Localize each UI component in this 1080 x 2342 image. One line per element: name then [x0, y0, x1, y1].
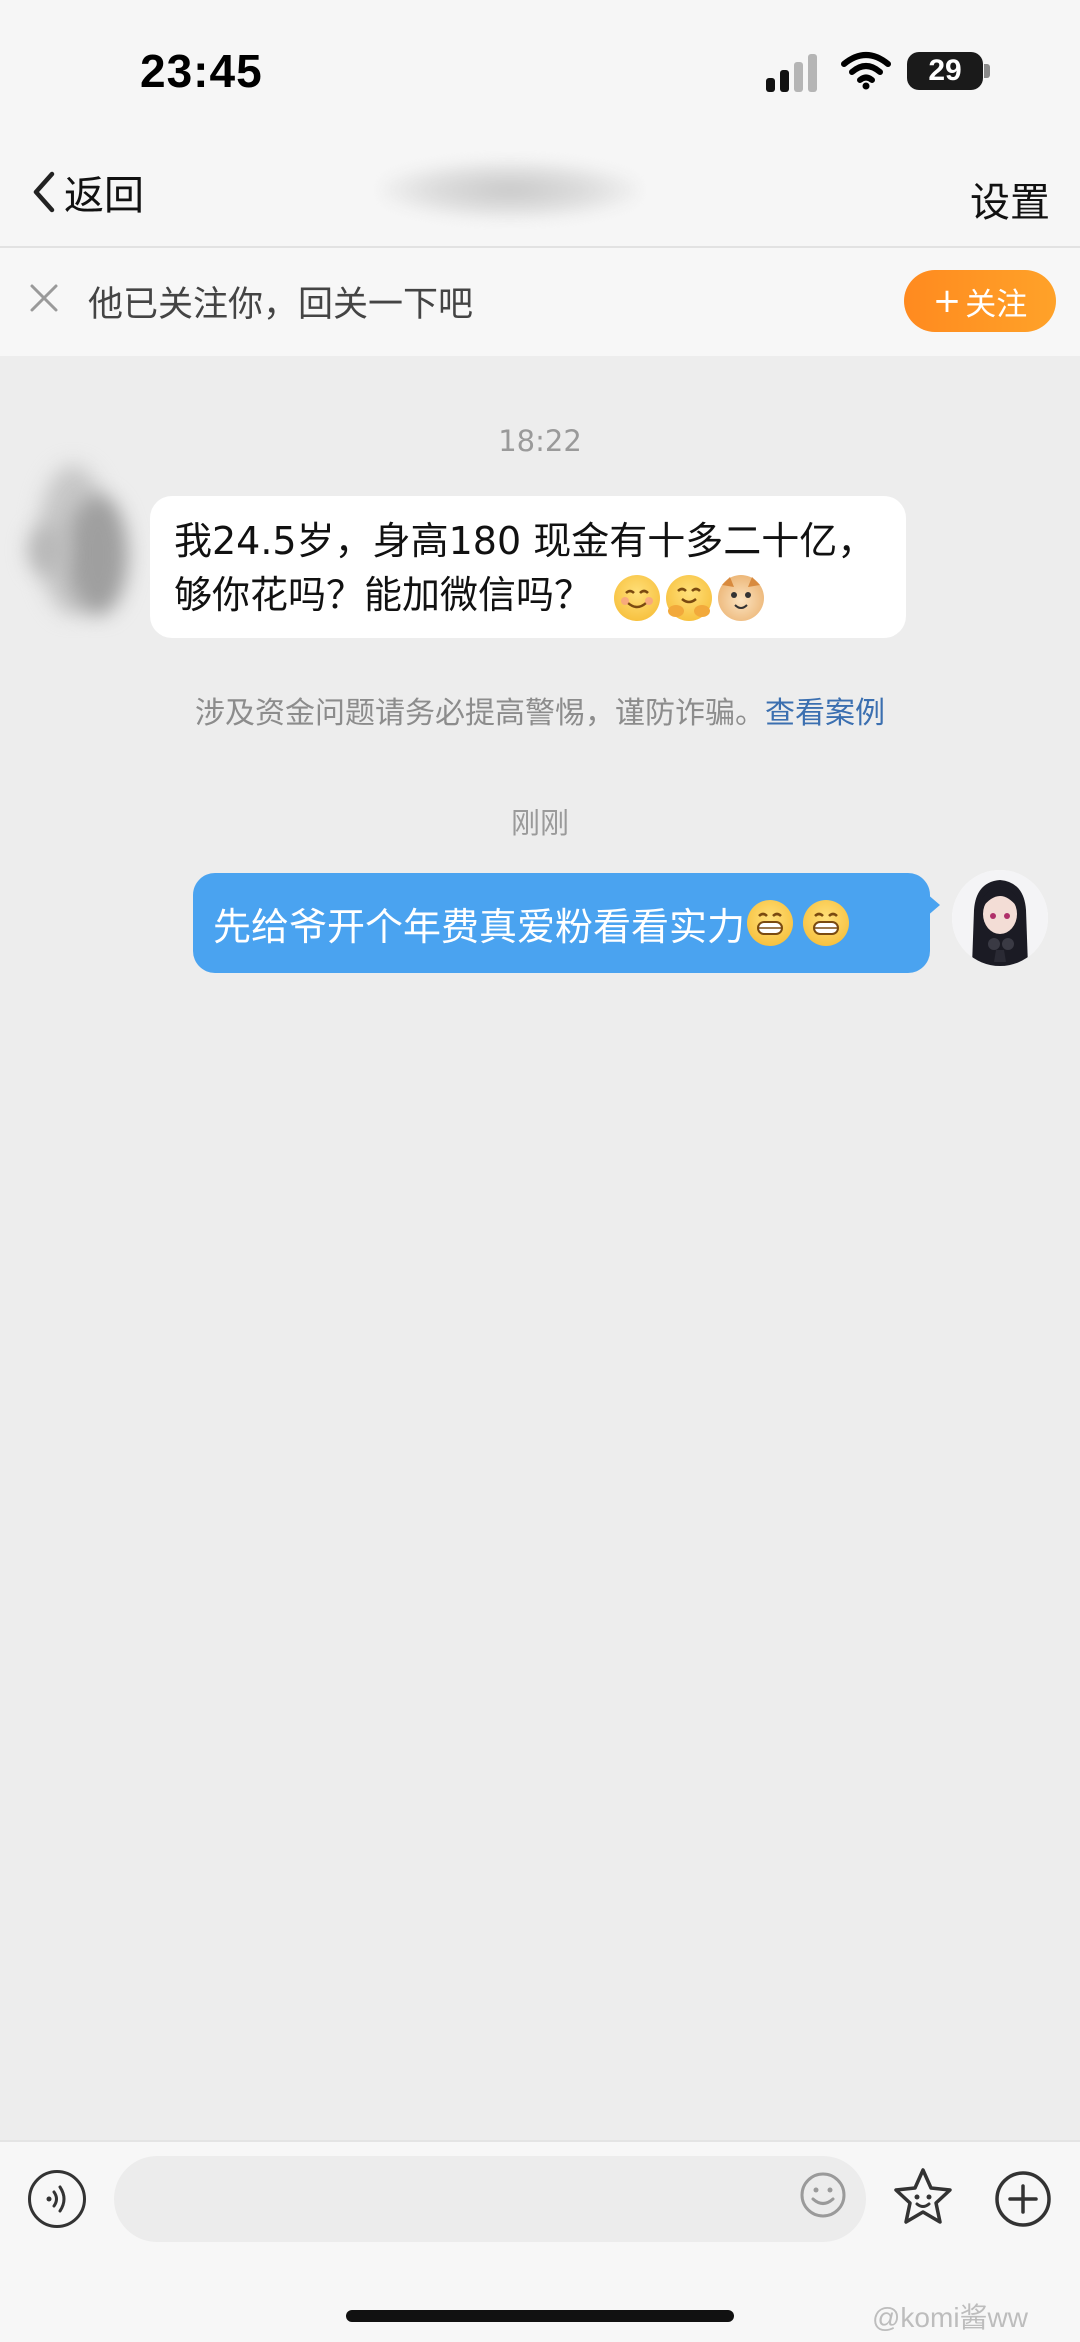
outgoing-message-text: 先给爷开个年费真爱粉看看实力 [213, 904, 746, 949]
status-bar: 23:45 29 [0, 0, 1080, 140]
plus-icon: + [932, 281, 962, 321]
incoming-message-bubble[interactable]: 我24.5岁，身高180 现金有十多二十亿，够你花吗？能加微信吗？ [150, 496, 906, 638]
anime-girl-avatar-image [952, 870, 1048, 966]
back-button[interactable]: 返回 [28, 162, 144, 222]
status-time: 23:45 [140, 45, 263, 97]
incoming-message-text: 我24.5岁，身高180 现金有十多二十亿，够你花吗？能加微信吗？ [174, 519, 876, 617]
cat-face-emoji [718, 574, 765, 621]
chevron-left-icon [33, 171, 55, 213]
watermark: @komi酱ww [872, 2302, 1028, 2333]
wifi-icon [841, 52, 891, 90]
nav-bar: 返回 设置 [0, 140, 1080, 248]
outgoing-bubble-tail [926, 893, 940, 917]
battery-cap-icon [984, 64, 990, 78]
smiling-face-emoji [614, 574, 661, 621]
emoji-icon[interactable] [798, 2170, 848, 2220]
fraud-warning-text: 涉及资金问题请务必提高警惕，谨防诈骗。 [195, 696, 765, 731]
voice-input-button[interactable] [28, 2170, 86, 2228]
contact-avatar[interactable] [28, 425, 148, 665]
settings-button[interactable]: 设置 [970, 170, 1050, 228]
close-icon[interactable] [26, 280, 62, 316]
follow-prompt-text: 他已关注你，回关一下吧 [88, 285, 474, 325]
outgoing-message-bubble[interactable]: 先给爷开个年费真爱粉看看实力 [193, 873, 930, 973]
message-timestamp-recent: 刚刚 [510, 806, 569, 840]
sound-wave-icon [46, 2185, 66, 2213]
hugging-face-emoji [666, 574, 713, 621]
incoming-emoji-group [614, 574, 765, 621]
follow-button-label: 关注 [965, 286, 1028, 323]
follow-banner: 他已关注你，回关一下吧 + 关注 [0, 248, 1080, 356]
message-timestamp: 18:22 [498, 424, 582, 458]
home-indicator[interactable] [346, 2310, 734, 2322]
grinning-face-emoji [747, 900, 794, 946]
blurred-contact-name [380, 160, 640, 220]
battery-level: 29 [907, 52, 983, 90]
message-input[interactable] [114, 2156, 866, 2242]
cellular-signal-icon [766, 54, 826, 92]
grinning-face-emoji [803, 900, 850, 946]
view-cases-link[interactable]: 查看案例 [765, 696, 885, 731]
back-label: 返回 [64, 173, 144, 219]
follow-button[interactable]: + 关注 [904, 270, 1056, 332]
plus-circle-icon[interactable] [994, 2170, 1052, 2228]
fraud-warning: 涉及资金问题请务必提高警惕，谨防诈骗。查看案例 [0, 688, 1080, 732]
my-avatar[interactable] [952, 870, 1048, 966]
sticker-icon[interactable] [892, 2166, 954, 2228]
